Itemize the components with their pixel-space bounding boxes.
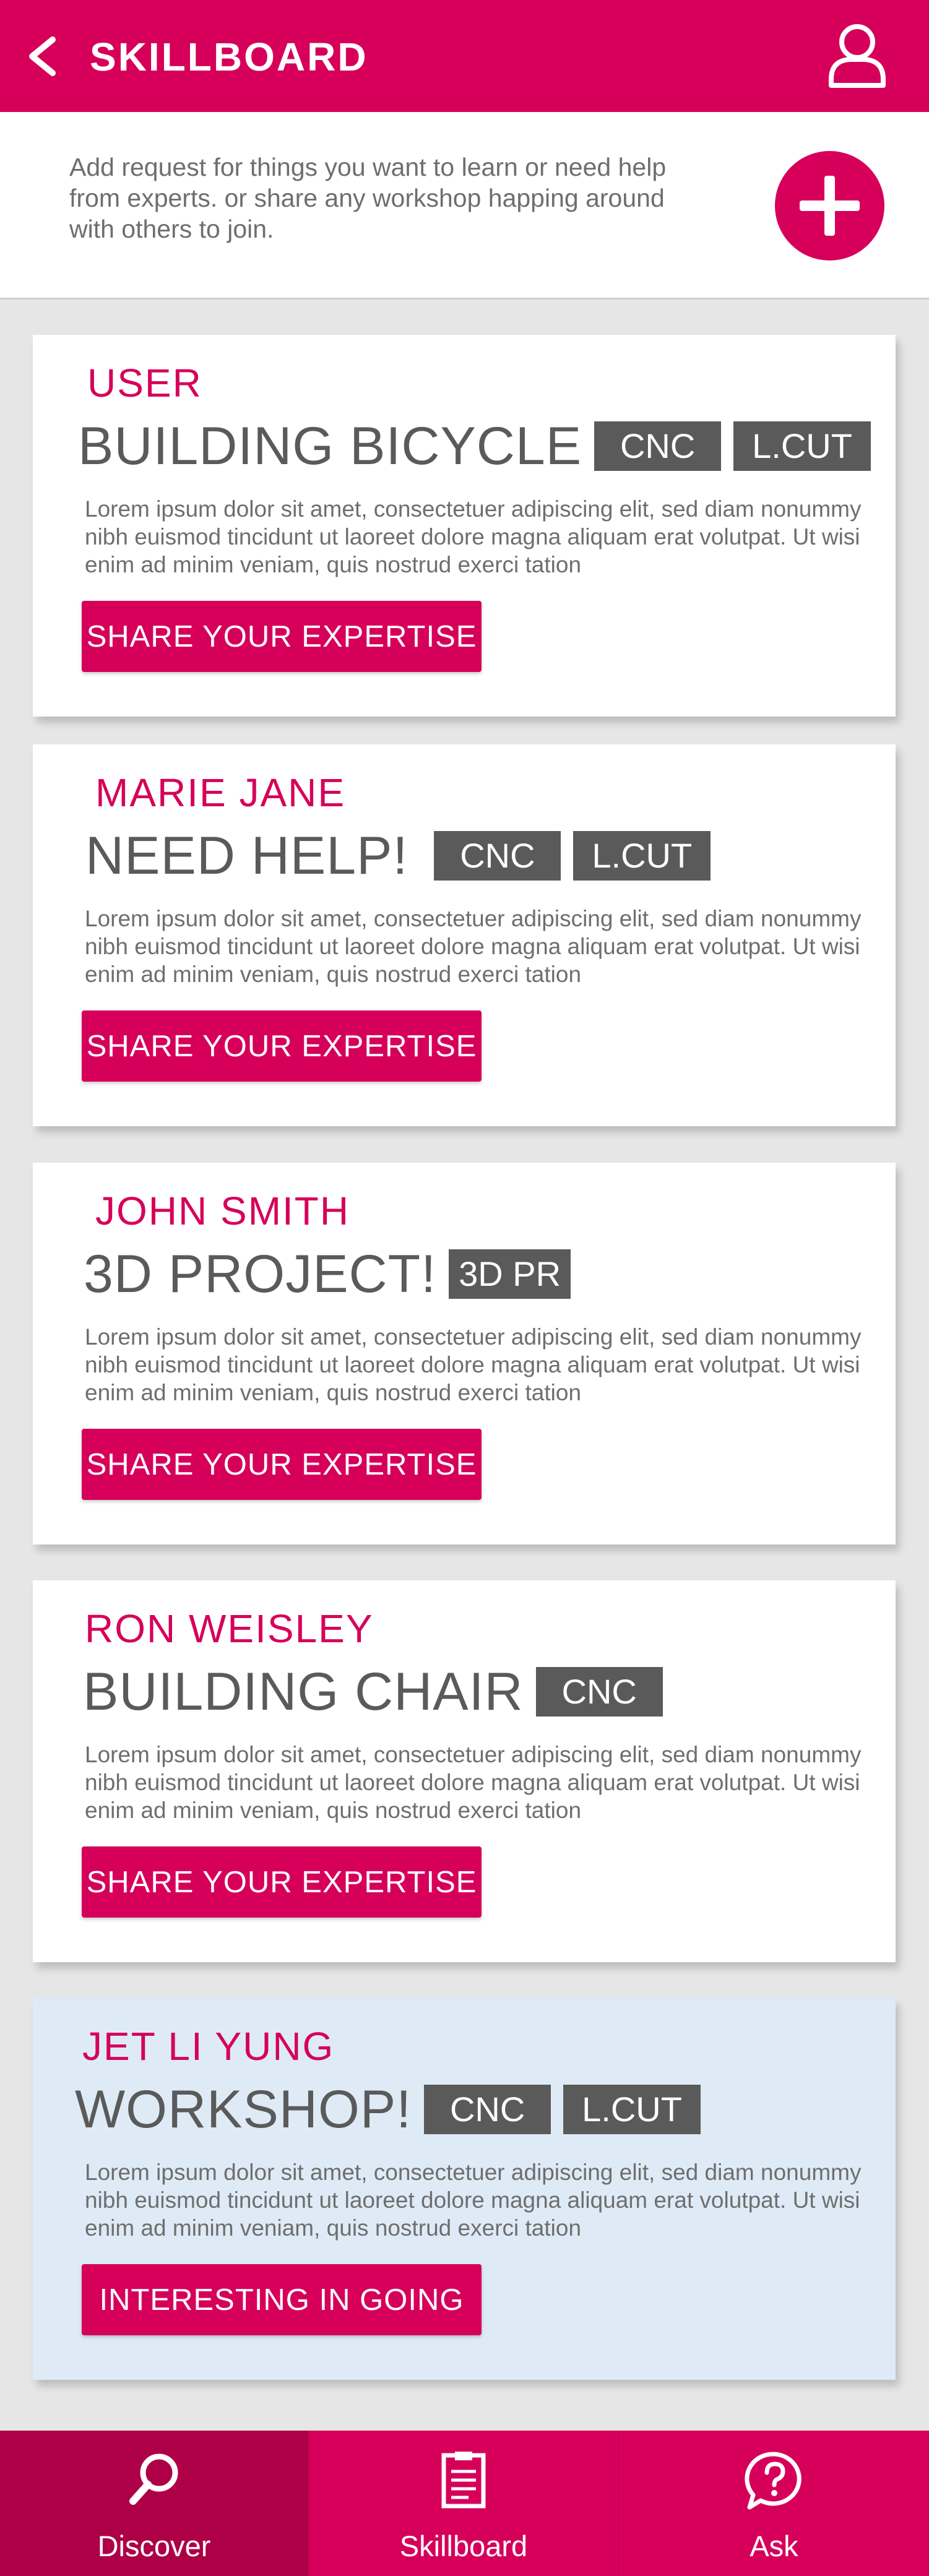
tag-badge: CNC — [594, 421, 722, 471]
nav-label: Ask — [750, 2530, 798, 2562]
nav-item-discover[interactable]: Discover — [0, 2431, 309, 2576]
share-expertise-button[interactable]: SHARE YOUR EXPERTISE — [82, 1846, 482, 1918]
tag-badge: L.CUT — [563, 2085, 701, 2134]
card-user-name: RON WEISLEY — [85, 1606, 374, 1651]
request-card: RON WEISLEY BUILDING CHAIR CNC Lorem ips… — [33, 1580, 896, 1962]
card-description: Lorem ipsum dolor sit amet, consectetuer… — [85, 496, 862, 577]
request-card: USER BUILDING BICYCLE CNC L.CUT Lorem ip… — [33, 335, 896, 717]
clipboard-icon — [441, 2452, 486, 2509]
share-expertise-button[interactable]: SHARE YOUR EXPERTISE — [82, 1010, 482, 1082]
chevron-left-icon[interactable] — [25, 35, 62, 78]
bottom-nav: Discover Skillboard Ask — [0, 2431, 929, 2576]
tag-badge: CNC — [424, 2085, 551, 2134]
tag-badge: L.CUT — [733, 421, 871, 471]
card-user-name: USER — [87, 361, 202, 405]
workshop-card: JET LI YUNG WORKSHOP! CNC L.CUT Lorem ip… — [33, 1998, 896, 2380]
card-description: Lorem ipsum dolor sit amet, consectetuer… — [85, 1742, 862, 1823]
tag-badge: CNC — [535, 1667, 663, 1717]
card-user-name: JOHN SMITH — [95, 1189, 350, 1233]
intro-text: Add request for things you want to learn… — [69, 153, 667, 243]
nav-item-ask[interactable]: Ask — [619, 2431, 929, 2576]
tag-badge: L.CUT — [573, 831, 711, 881]
request-card: JOHN SMITH 3D PROJECT! 3D PR Lorem ipsum… — [33, 1163, 896, 1544]
card-title: NEED HELP! — [85, 826, 408, 885]
card-user-name: MARIE JANE — [95, 770, 346, 815]
plus-icon — [800, 176, 860, 236]
card-title: BUILDING CHAIR — [83, 1662, 524, 1721]
card-description: Lorem ipsum dolor sit amet, consectetuer… — [85, 2160, 862, 2241]
add-request-button[interactable] — [775, 151, 884, 261]
share-expertise-button[interactable]: SHARE YOUR EXPERTISE — [82, 1429, 482, 1500]
question-bubble-icon — [744, 2452, 802, 2510]
user-icon[interactable] — [826, 22, 888, 89]
intro-panel: Add request for things you want to learn… — [0, 112, 929, 299]
card-title: BUILDING BICYCLE — [78, 416, 582, 476]
nav-label: Skillboard — [399, 2530, 528, 2562]
card-title-row: BUILDING BICYCLE CNC L.CUT — [78, 416, 871, 476]
share-expertise-button[interactable]: SHARE YOUR EXPERTISE — [82, 601, 482, 672]
card-title: WORKSHOP! — [75, 2080, 412, 2139]
search-icon — [129, 2453, 178, 2505]
card-title-row: NEED HELP! CNC L.CUT — [85, 826, 711, 885]
page-title: SKILLBOARD — [90, 35, 368, 79]
tag-badge: 3D PR — [449, 1249, 571, 1299]
card-title-row: BUILDING CHAIR CNC — [83, 1662, 663, 1721]
card-title-row: 3D PROJECT! 3D PR — [84, 1244, 571, 1304]
nav-item-skillboard[interactable]: Skillboard — [309, 2431, 619, 2576]
nav-label: Discover — [97, 2530, 211, 2562]
card-title: 3D PROJECT! — [84, 1244, 437, 1304]
tag-badge: CNC — [434, 831, 561, 881]
request-card: MARIE JANE NEED HELP! CNC L.CUT Lorem ip… — [33, 744, 896, 1126]
top-bar: SKILLBOARD — [0, 0, 929, 112]
card-user-name: JET LI YUNG — [82, 2024, 335, 2069]
card-title-row: WORKSHOP! CNC L.CUT — [75, 2080, 701, 2139]
card-description: Lorem ipsum dolor sit amet, consectetuer… — [85, 1324, 862, 1405]
card-description: Lorem ipsum dolor sit amet, consectetuer… — [85, 906, 862, 987]
interested-in-going-button[interactable]: INTERESTING IN GOING — [82, 2264, 482, 2335]
